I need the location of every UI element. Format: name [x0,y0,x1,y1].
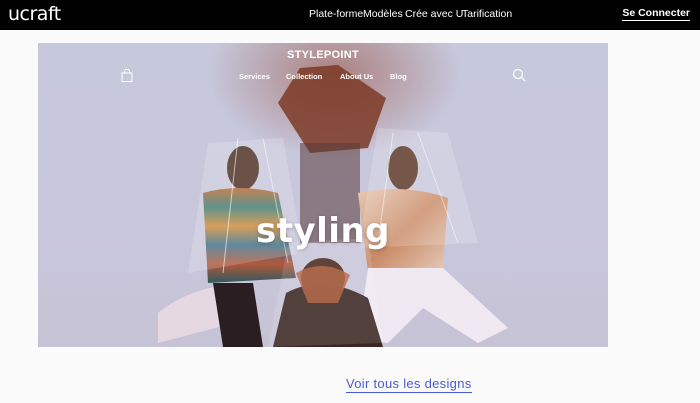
nav-item-cree-avec-u[interactable]: Crée avec U [405,8,463,20]
template-nav-about-us[interactable]: About Us [340,72,373,81]
main-nav: Plate-forme Modèles Crée avec U Tarifica… [0,0,700,30]
template-nav-blog[interactable]: Blog [390,72,407,81]
nav-item-tarification[interactable]: Tarification [462,8,512,20]
search-icon[interactable] [512,68,526,82]
hero-photo [158,65,508,347]
sign-in-link[interactable]: Se Connecter [622,7,690,21]
view-all-designs-link[interactable]: Voir tous les designs [346,376,472,393]
nav-item-modeles[interactable]: Modèles [363,8,403,20]
template-nav-collection[interactable]: Collection [286,72,322,81]
nav-item-plate-forme[interactable]: Plate-forme [309,8,363,20]
top-navigation-bar: ucraft Plate-forme Modèles Crée avec U T… [0,0,700,30]
hero-headline: styling [255,211,390,251]
template-brand-name: STYLEPOINT [286,49,360,61]
template-preview-hero[interactable]: STYLEPOINT Services Collection About Us … [38,43,608,347]
template-nav-services[interactable]: Services [239,72,270,81]
